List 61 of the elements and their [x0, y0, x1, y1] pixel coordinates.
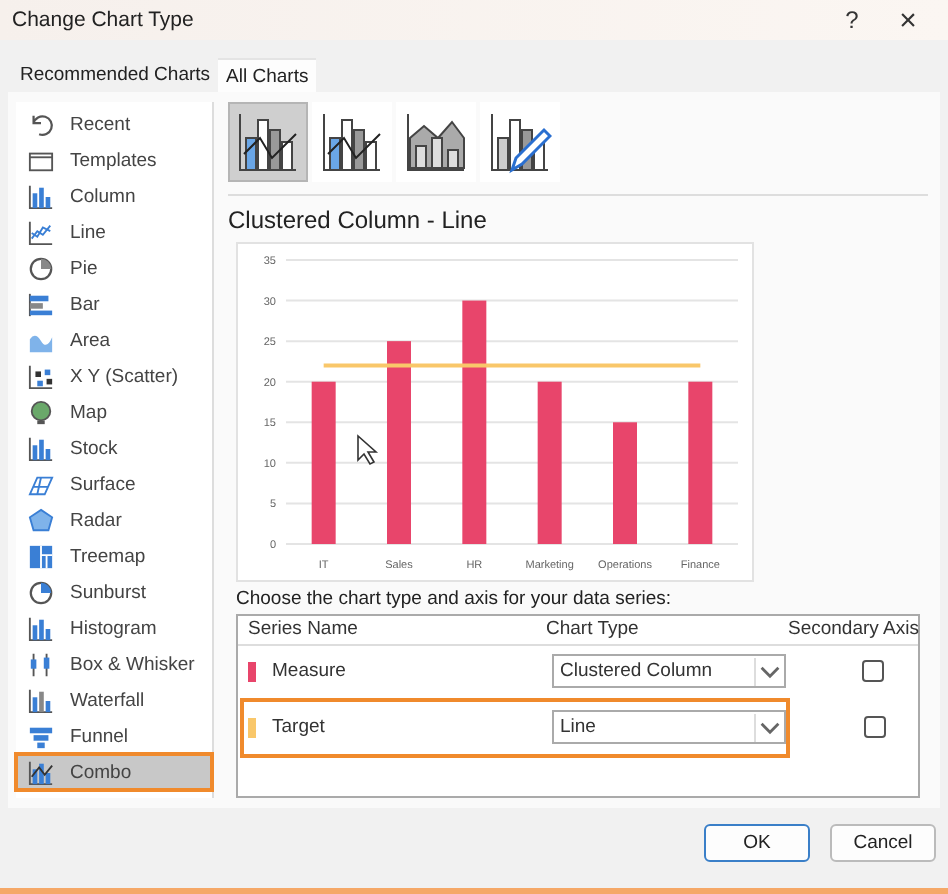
secondary-axis-checkbox[interactable] — [862, 660, 884, 683]
chart-type-item[interactable]: Templates — [16, 142, 212, 178]
dialog-button[interactable]: OK — [704, 824, 810, 862]
chart-type-item[interactable]: Area — [16, 322, 212, 358]
tab[interactable]: Recommended Charts — [12, 58, 219, 92]
sunburst-icon — [28, 579, 54, 605]
chart-type-item[interactable]: Funnel — [16, 718, 212, 754]
chart-type-item[interactable]: Column — [16, 178, 212, 214]
chart-type-item[interactable]: Surface — [16, 466, 212, 502]
pie-chart-icon — [28, 255, 54, 281]
line-chart-icon — [28, 219, 54, 245]
chart-subtype-button[interactable] — [480, 102, 560, 182]
dialog-button[interactable]: Cancel — [830, 824, 936, 862]
waterfall-icon — [28, 687, 54, 713]
chart-type-item[interactable]: Line — [16, 214, 212, 250]
treemap-icon — [28, 543, 54, 569]
chart-type-item[interactable]: Waterfall — [16, 682, 212, 718]
undo-icon — [28, 111, 54, 137]
chart-type-item[interactable]: X Y (Scatter) — [16, 358, 212, 394]
scatter-chart-icon — [28, 363, 54, 389]
secondary-axis-checkbox[interactable] — [863, 716, 885, 739]
chart-type-item[interactable]: Histogram — [16, 610, 212, 646]
chart-subtype-button[interactable] — [396, 102, 476, 182]
column-header: Chart Type — [544, 618, 641, 641]
chart-type-item[interactable]: Map — [16, 394, 212, 430]
box-whisker-icon — [28, 651, 54, 677]
bar — [613, 422, 637, 544]
cursor-icon — [357, 434, 379, 465]
close-button[interactable]: × — [880, 3, 936, 37]
column-chart-icon — [28, 183, 54, 209]
chart-type-item[interactable]: Stock — [16, 430, 212, 466]
chart-type-item[interactable]: Recent — [16, 106, 212, 142]
chart-type-item[interactable]: Combo — [16, 754, 212, 790]
chart-type-item[interactable]: Pie — [16, 250, 212, 286]
chart-type-dropdown[interactable]: Clustered Column — [552, 654, 786, 689]
preview-title: Clustered Column - Line — [228, 205, 489, 234]
help-button[interactable]: ? — [824, 6, 880, 34]
chevron-icon — [754, 657, 784, 686]
series-name: Target — [272, 716, 325, 739]
histogram-icon — [28, 615, 54, 641]
column-header: Series Name — [248, 618, 360, 641]
chart-type-item[interactable]: Treemap — [16, 538, 212, 574]
combo-chart-icon — [28, 759, 54, 785]
chevron-icon — [754, 713, 784, 742]
window-title: Change Chart Type — [12, 8, 196, 32]
series-prompt: Choose the chart type and axis for your data series: — [236, 587, 674, 610]
chart-type-item[interactable]: Box & Whisker — [16, 646, 212, 682]
chart-type-dropdown[interactable]: Line — [552, 710, 786, 745]
chart-subtype-button[interactable] — [228, 102, 308, 182]
bar-chart-icon — [28, 291, 54, 317]
column-header: Secondary Axis — [788, 618, 921, 641]
radar-chart-icon — [28, 507, 54, 533]
tab[interactable]: All Charts — [218, 58, 317, 92]
chart-type-item[interactable]: Bar — [16, 286, 212, 322]
globe-icon — [28, 399, 54, 425]
series-name: Measure — [272, 660, 346, 683]
surface-chart-icon — [28, 471, 54, 497]
chart-subtype-button[interactable] — [312, 102, 392, 182]
chart-type-item[interactable]: Sunburst — [16, 574, 212, 610]
chart-type-item[interactable]: Radar — [16, 502, 212, 538]
funnel-icon — [28, 723, 54, 749]
